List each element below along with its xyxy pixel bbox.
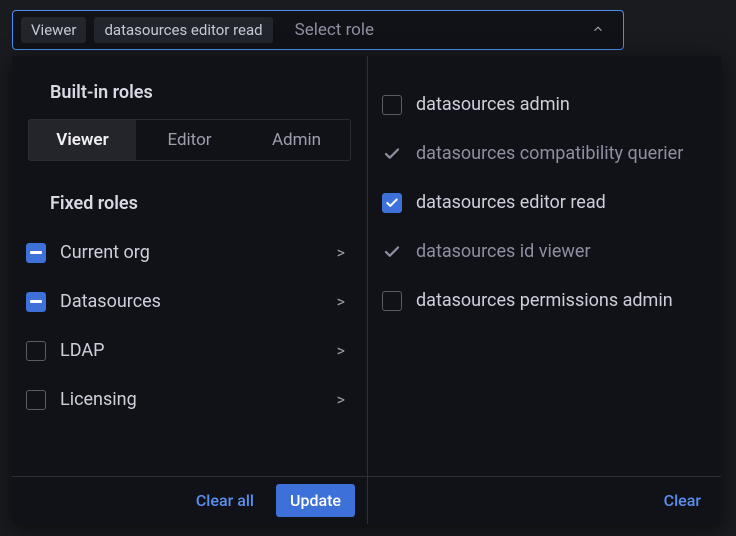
role-select-placeholder: Select role — [295, 20, 583, 40]
permission-datasources-compat-querier[interactable]: datasources compatibility querier — [378, 129, 707, 178]
tab-admin[interactable]: Admin — [243, 120, 350, 160]
chevron-up-icon[interactable] — [591, 21, 605, 40]
builtin-roles-heading: Built-in roles — [22, 78, 357, 117]
permission-datasources-permissions-admin[interactable]: datasources permissions admin — [378, 276, 707, 325]
permission-label: datasources admin — [416, 94, 570, 115]
panel-footer: Clear all Update Clear — [12, 476, 721, 524]
permission-label: datasources id viewer — [416, 241, 591, 262]
clear-button[interactable]: Clear — [656, 485, 709, 516]
checkbox-checked-icon[interactable] — [382, 193, 402, 213]
checkbox-empty-icon[interactable] — [382, 95, 402, 115]
checkbox-indeterminate-icon[interactable] — [26, 292, 46, 312]
chevron-right-icon: > — [337, 390, 345, 409]
selected-role-chip[interactable]: datasources editor read — [94, 17, 272, 43]
role-category-column: Built-in roles Viewer Editor Admin Fixed… — [12, 56, 368, 476]
chevron-right-icon: > — [337, 341, 345, 360]
checkbox-indeterminate-icon[interactable] — [26, 243, 46, 263]
permission-datasources-editor-read[interactable]: datasources editor read — [378, 178, 707, 227]
permission-label: datasources editor read — [416, 192, 606, 213]
fixed-role-label: LDAP — [60, 340, 323, 361]
chevron-right-icon: > — [337, 292, 345, 311]
update-button[interactable]: Update — [276, 484, 355, 517]
chevron-right-icon: > — [337, 243, 345, 262]
fixed-role-label: Datasources — [60, 291, 323, 312]
permission-datasources-admin[interactable]: datasources admin — [378, 80, 707, 129]
checkbox-empty-icon[interactable] — [382, 291, 402, 311]
permission-label: datasources compatibility querier — [416, 143, 683, 164]
role-detail-column: datasources admin datasources compatibil… — [368, 56, 721, 476]
fixed-role-current-org[interactable]: Current org > — [22, 228, 357, 277]
clear-all-button[interactable]: Clear all — [188, 485, 262, 516]
fixed-role-label: Current org — [60, 242, 323, 263]
permission-datasources-id-viewer[interactable]: datasources id viewer — [378, 227, 707, 276]
inherited-check-icon — [382, 242, 402, 262]
role-select-control[interactable]: Viewer datasources editor read Select ro… — [12, 10, 624, 50]
permission-label: datasources permissions admin — [416, 290, 673, 311]
fixed-role-licensing[interactable]: Licensing > — [22, 375, 357, 424]
builtin-role-tabs: Viewer Editor Admin — [28, 119, 351, 161]
selected-role-chip[interactable]: Viewer — [21, 17, 86, 43]
fixed-roles-heading: Fixed roles — [22, 189, 357, 228]
checkbox-empty-icon[interactable] — [26, 390, 46, 410]
fixed-role-datasources[interactable]: Datasources > — [22, 277, 357, 326]
role-picker-panel: Built-in roles Viewer Editor Admin Fixed… — [12, 56, 721, 524]
tab-editor[interactable]: Editor — [136, 120, 243, 160]
fixed-role-label: Licensing — [60, 389, 323, 410]
tab-viewer[interactable]: Viewer — [29, 120, 136, 160]
inherited-check-icon — [382, 144, 402, 164]
fixed-role-ldap[interactable]: LDAP > — [22, 326, 357, 375]
checkbox-empty-icon[interactable] — [26, 341, 46, 361]
